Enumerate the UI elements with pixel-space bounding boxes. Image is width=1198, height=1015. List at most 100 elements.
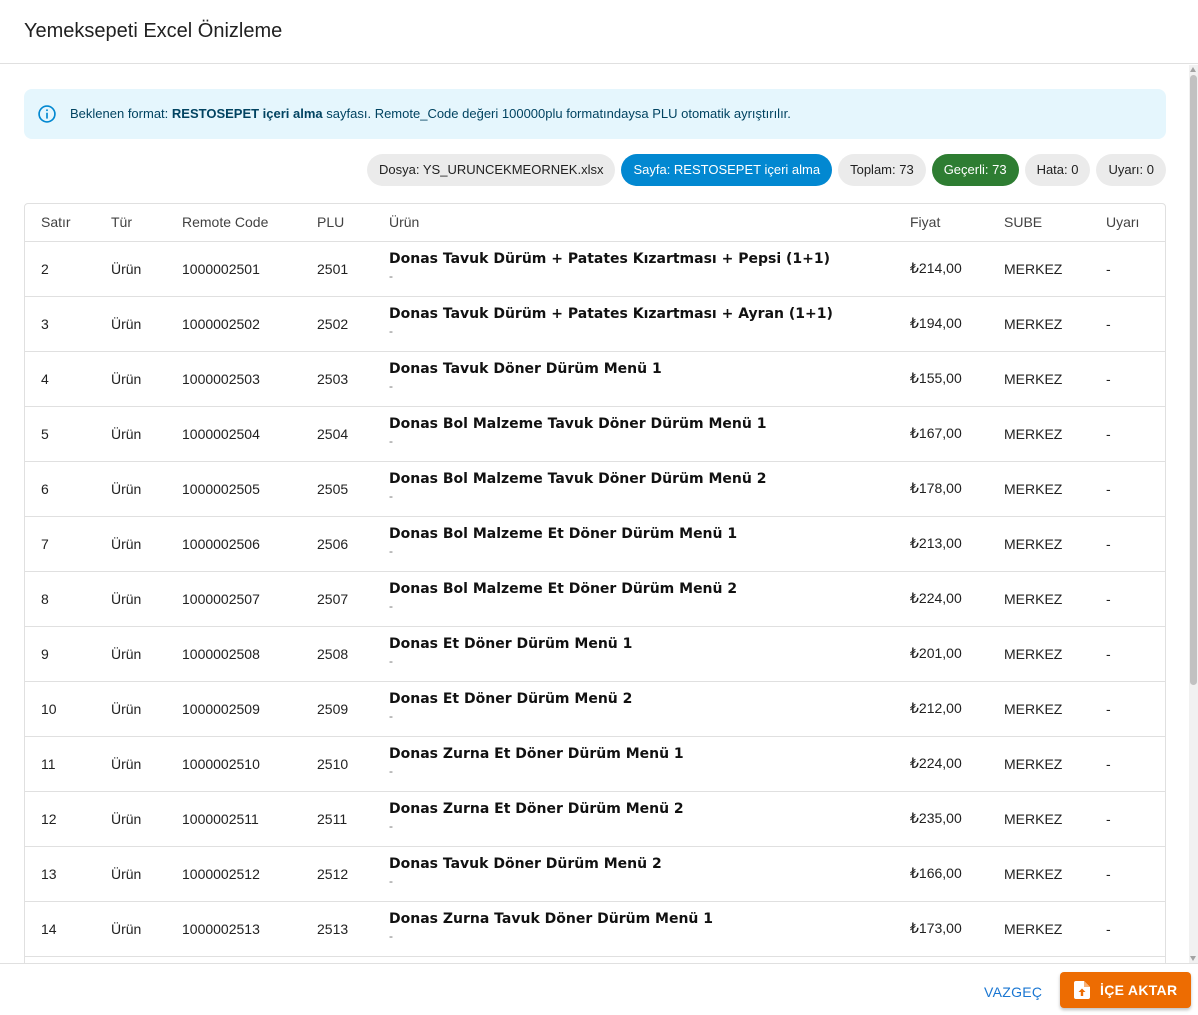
product-subtext: - — [389, 323, 393, 338]
cell-plu: 2512 — [301, 846, 373, 902]
file-chip: Dosya: YS_URUNCEKMEORNEK.xlsx — [367, 154, 616, 186]
table-row[interactable]: 7 Ürün 1000002506 2506 Donas Bol Malzeme Et … — [25, 516, 1165, 572]
header-satir: Satır — [25, 204, 95, 242]
cancel-button[interactable]: VAZGEÇ — [974, 976, 1052, 1008]
cell-remote-code: 1000002507 — [166, 571, 301, 627]
table-row[interactable]: 11 Ürün 1000002510 2510 Donas Zurna Et Döner… — [25, 736, 1165, 792]
valid-chip: Geçerli: 73 — [931, 154, 1019, 186]
cell-fiyat: ₺224,00 — [894, 736, 988, 792]
warning-chip: Uyarı: 0 — [1096, 154, 1166, 186]
scroll-up-arrow-icon[interactable] — [1190, 67, 1196, 72]
cell-tur: Ürün — [95, 626, 166, 682]
product-subtext: - — [389, 818, 393, 833]
import-button[interactable]: İÇE AKTAR — [1060, 972, 1191, 1008]
cell-sube: MERKEZ — [988, 901, 1090, 957]
cell-sube: MERKEZ — [988, 736, 1090, 792]
cell-remote-code: 1000002503 — [166, 351, 301, 407]
cell-tur: Ürün — [95, 846, 166, 902]
info-icon — [38, 105, 56, 123]
dialog-title-bar: Yemeksepeti Excel Önizleme — [0, 0, 1198, 64]
cell-uyari: - — [1090, 406, 1165, 462]
cell-uyari: - — [1090, 736, 1165, 792]
table-row[interactable]: 4 Ürün 1000002503 2503 Donas Tavuk Döner Dür… — [25, 351, 1165, 407]
table-row[interactable]: 9 Ürün 1000002508 2508 Donas Et Döner Dürüm … — [25, 626, 1165, 682]
table-row[interactable]: 2 Ürün 1000002501 2501 Donas Tavuk Dürüm + P… — [25, 241, 1165, 297]
cell-plu: 2503 — [301, 351, 373, 407]
cell-tur: Ürün — [95, 571, 166, 627]
cell-plu: 2504 — [301, 406, 373, 462]
cell-urun: Donas Tavuk Döner Dürüm Menü 2- — [373, 846, 894, 902]
cell-fiyat: ₺194,00 — [894, 296, 988, 352]
cell-sube: MERKEZ — [988, 791, 1090, 847]
product-name: Donas Tavuk Dürüm + Patates Kızartması +… — [389, 305, 833, 322]
cell-plu: 2508 — [301, 626, 373, 682]
cell-remote-code: 1000002511 — [166, 791, 301, 847]
header-fiyat: Fiyat — [894, 204, 988, 242]
cell-uyari: - — [1090, 516, 1165, 572]
cell-satir: 13 — [25, 846, 95, 902]
table-body: 2 Ürün 1000002501 2501 Donas Tavuk Dürüm + P… — [25, 241, 1165, 957]
header-tur: Tür — [95, 204, 166, 242]
cell-satir: 10 — [25, 681, 95, 737]
product-name: Donas Zurna Et Döner Dürüm Menü 2 — [389, 800, 684, 817]
product-subtext: - — [389, 488, 393, 503]
table-row[interactable]: 6 Ürün 1000002505 2505 Donas Bol Malzeme Tav… — [25, 461, 1165, 517]
cell-remote-code: 1000002505 — [166, 461, 301, 517]
scrollbar-thumb[interactable] — [1190, 75, 1197, 685]
header-uyari: Uyarı — [1090, 204, 1165, 242]
table-row[interactable]: 5 Ürün 1000002504 2504 Donas Bol Malzeme Tav… — [25, 406, 1165, 462]
cell-fiyat: ₺213,00 — [894, 516, 988, 572]
table-row[interactable]: 14 Ürün 1000002513 2513 Donas Zurna Tavuk Dö… — [25, 901, 1165, 957]
cell-fiyat: ₺155,00 — [894, 351, 988, 407]
cell-urun: Donas Bol Malzeme Tavuk Döner Dürüm Menü… — [373, 406, 894, 462]
cell-plu: 2502 — [301, 296, 373, 352]
cell-sube: MERKEZ — [988, 461, 1090, 517]
table-row[interactable]: 10 Ürün 1000002509 2509 Donas Et Döner Dürüm… — [25, 681, 1165, 737]
cell-satir: 8 — [25, 571, 95, 627]
cell-urun: Donas Et Döner Dürüm Menü 1- — [373, 626, 894, 682]
table-row[interactable]: 8 Ürün 1000002507 2507 Donas Bol Malzeme Et … — [25, 571, 1165, 627]
header-remote-code: Remote Code — [166, 204, 301, 242]
header-sube: SUBE — [988, 204, 1090, 242]
cell-sube: MERKEZ — [988, 351, 1090, 407]
cell-tur: Ürün — [95, 241, 166, 297]
dialog-title: Yemeksepeti Excel Önizleme — [24, 20, 283, 42]
header-urun: Ürün — [373, 204, 894, 242]
cell-sube: MERKEZ — [988, 626, 1090, 682]
table-row[interactable]: 3 Ürün 1000002502 2502 Donas Tavuk Dürüm + P… — [25, 296, 1165, 352]
product-name: Donas Bol Malzeme Et Döner Dürüm Menü 1 — [389, 525, 738, 542]
cell-tur: Ürün — [95, 406, 166, 462]
product-name: Donas Bol Malzeme Tavuk Döner Dürüm Menü… — [389, 415, 767, 432]
cell-remote-code: 1000002501 — [166, 241, 301, 297]
scroll-down-arrow-icon[interactable] — [1190, 956, 1196, 961]
cell-urun: Donas Tavuk Dürüm + Patates Kızartması +… — [373, 296, 894, 352]
table-header-row: Satır Tür Remote Code PLU Ürün Fiyat SUB… — [25, 204, 1165, 242]
cell-urun: Donas Bol Malzeme Et Döner Dürüm Menü 2- — [373, 571, 894, 627]
cell-remote-code: 1000002508 — [166, 626, 301, 682]
content-scrollbar[interactable] — [1189, 65, 1198, 963]
cell-tur: Ürün — [95, 681, 166, 737]
cell-remote-code: 1000002512 — [166, 846, 301, 902]
cell-urun: Donas Et Döner Dürüm Menü 2- — [373, 681, 894, 737]
product-name: Donas Bol Malzeme Tavuk Döner Dürüm Menü… — [389, 470, 767, 487]
cell-uyari: - — [1090, 846, 1165, 902]
cell-remote-code: 1000002513 — [166, 901, 301, 957]
product-subtext: - — [389, 378, 393, 393]
product-subtext: - — [389, 928, 393, 943]
product-name: Donas Tavuk Döner Dürüm Menü 1 — [389, 360, 662, 377]
upload-file-icon — [1074, 981, 1090, 999]
cell-tur: Ürün — [95, 791, 166, 847]
dialog-content: Beklenen format: RESTOSEPET içeri alma s… — [0, 65, 1190, 963]
product-subtext: - — [389, 763, 393, 778]
cell-plu: 2509 — [301, 681, 373, 737]
cell-fiyat: ₺166,00 — [894, 846, 988, 902]
product-name: Donas Bol Malzeme Et Döner Dürüm Menü 2 — [389, 580, 738, 597]
cell-satir: 12 — [25, 791, 95, 847]
cell-uyari: - — [1090, 461, 1165, 517]
table-row[interactable]: 13 Ürün 1000002512 2512 Donas Tavuk Döner Dü… — [25, 846, 1165, 902]
cell-uyari: - — [1090, 901, 1165, 957]
table-row[interactable]: 12 Ürün 1000002511 2511 Donas Zurna Et Döner… — [25, 791, 1165, 847]
cell-tur: Ürün — [95, 461, 166, 517]
cell-sube: MERKEZ — [988, 296, 1090, 352]
preview-table-container[interactable]: Satır Tür Remote Code PLU Ürün Fiyat SUB… — [24, 203, 1166, 963]
